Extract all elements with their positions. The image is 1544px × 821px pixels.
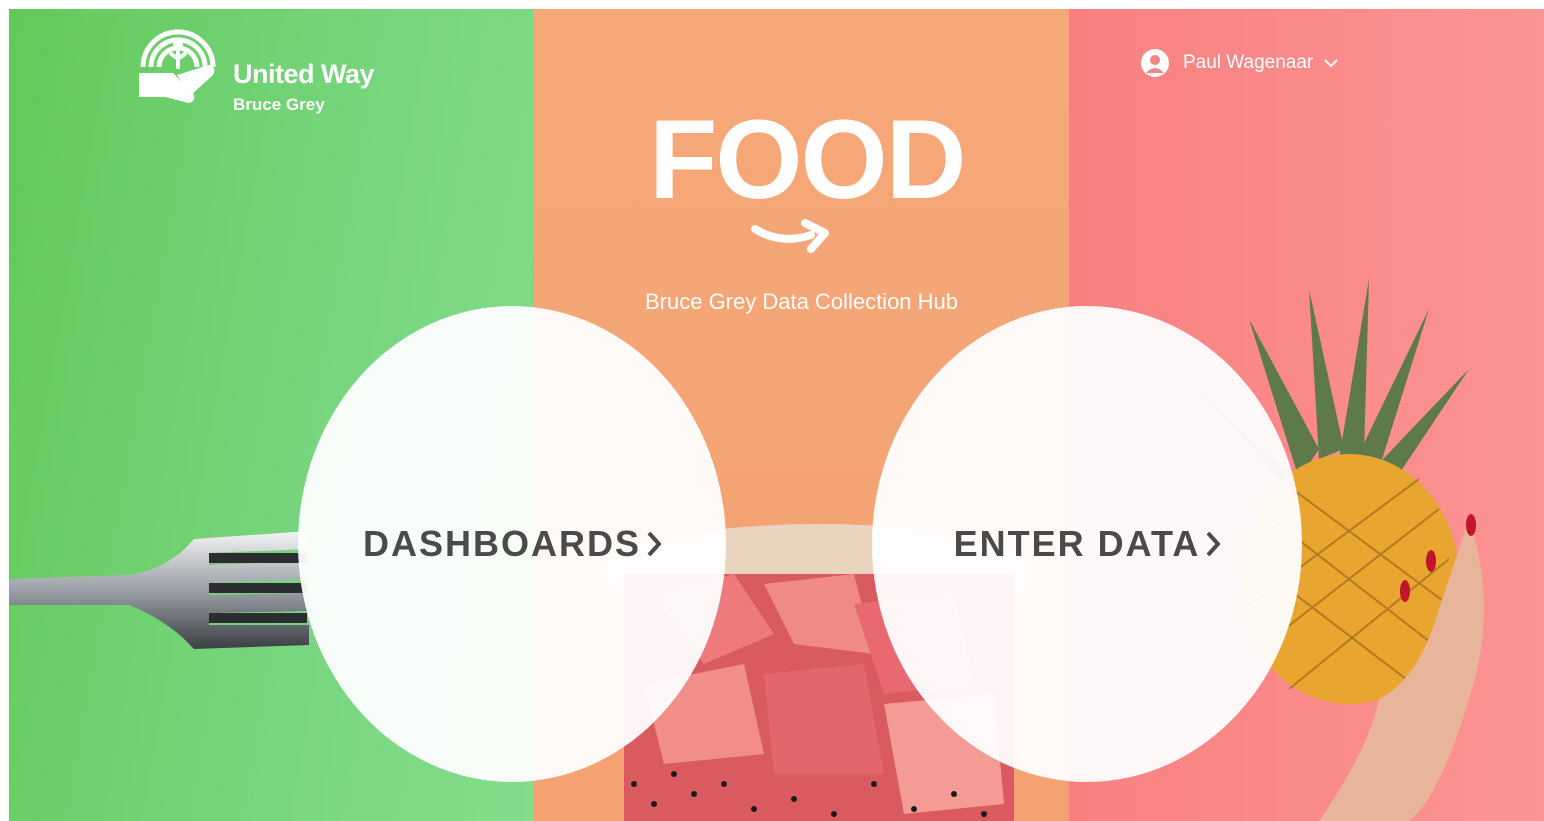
dashboards-label: DASHBOARDS: [362, 523, 641, 564]
user-avatar-icon: [1141, 49, 1169, 77]
united-way-hand-icon: [139, 29, 216, 103]
united-way-logo[interactable]: United Way Bruce Grey: [137, 17, 387, 117]
chevron-down-icon: [1324, 59, 1338, 68]
brand-name: United Way: [233, 59, 375, 89]
user-name: Paul Wagenaar: [1183, 52, 1314, 73]
page-title: FOOD: [649, 97, 967, 222]
dashboards-button[interactable]: DASHBOARDS: [298, 306, 726, 782]
user-menu[interactable]: Paul Wagenaar: [1141, 49, 1339, 77]
page: United Way Bruce Grey Paul Wagenaar FOOD…: [9, 9, 1544, 821]
chevron-right-icon: [647, 531, 661, 557]
enter-data-button[interactable]: ENTER DATA: [872, 306, 1302, 782]
smile-arrow-icon: [751, 219, 829, 253]
page-subtitle: Bruce Grey Data Collection Hub: [644, 289, 959, 314]
chevron-right-icon: [1206, 531, 1221, 557]
enter-data-label: ENTER DATA: [953, 523, 1201, 564]
brand-region: Bruce Grey: [233, 95, 325, 114]
